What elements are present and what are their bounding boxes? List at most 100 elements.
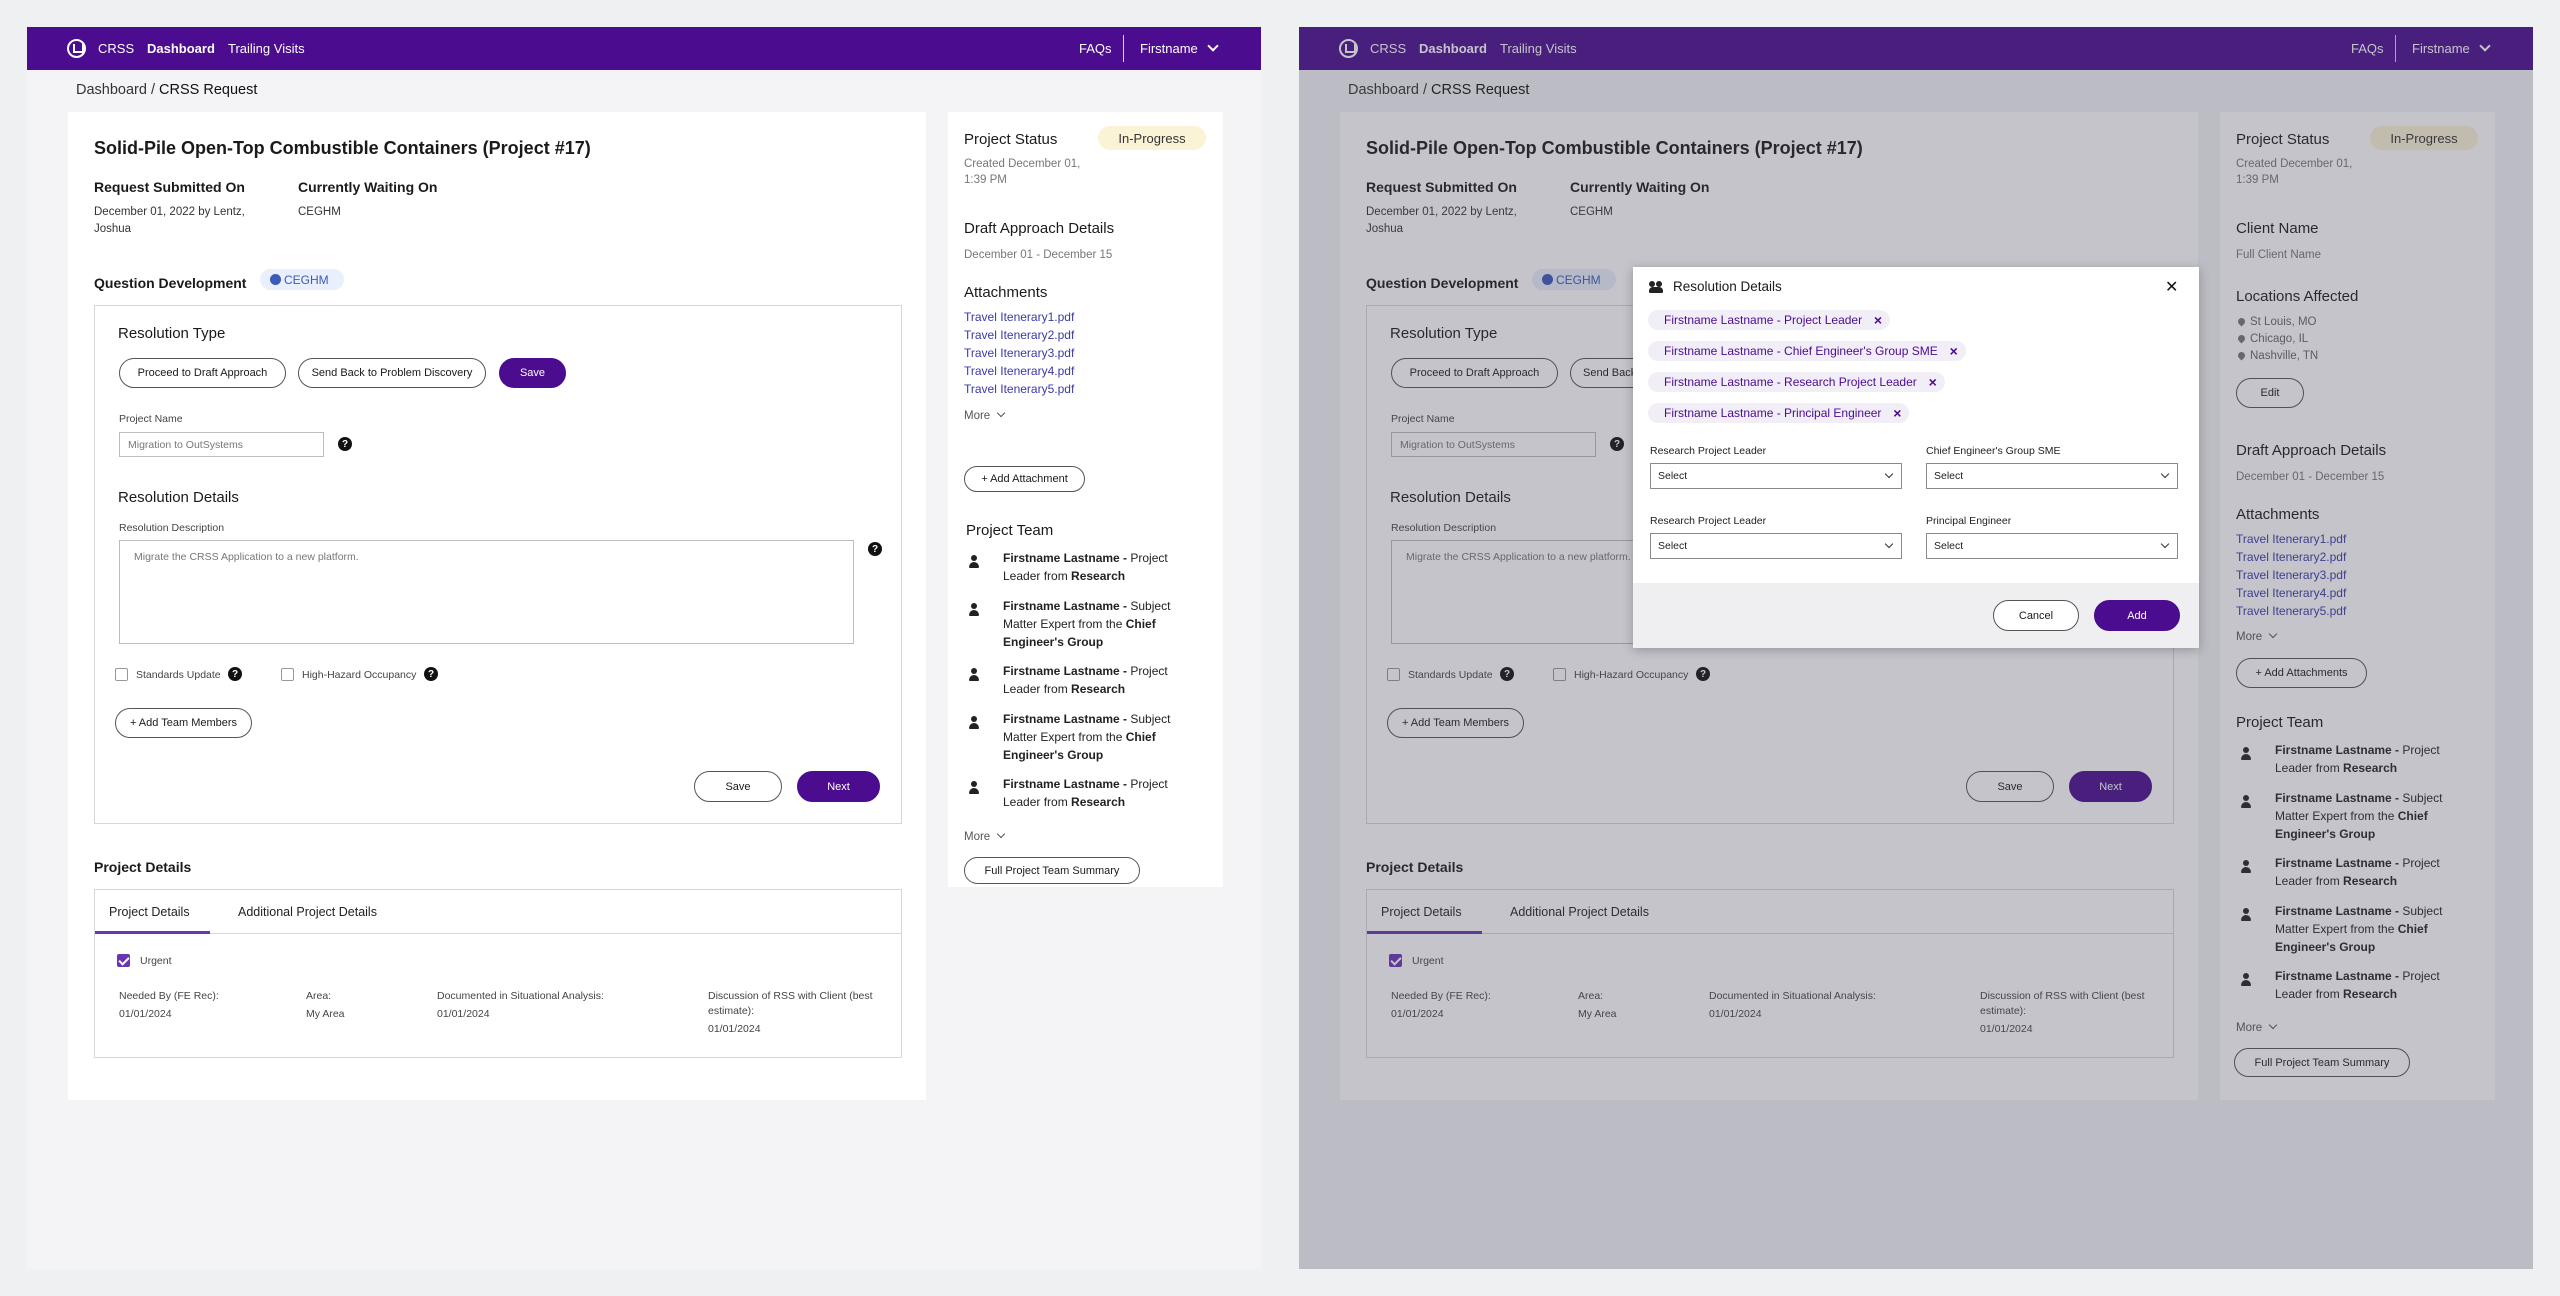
research-leader-2-select[interactable]: Select (1650, 533, 1902, 559)
resolution-desc-help-icon[interactable]: ? (868, 542, 882, 556)
project-details-panel: Project Details Additional Project Detai… (94, 889, 902, 1058)
nav-faqs[interactable]: FAQs (1079, 41, 1112, 56)
team-member: Firstname Lastname - Project Leader from … (1003, 551, 1168, 583)
urgent-label: Urgent (140, 955, 172, 967)
attachment-link[interactable]: Travel Itenerary3.pdf (964, 346, 1074, 360)
remove-chip-icon[interactable]: × (1929, 374, 1937, 390)
created-line1: Created December 01, (964, 158, 1081, 170)
send-back-button[interactable]: Send Back to Problem Discovery (298, 358, 486, 388)
draft-dates: December 01 - December 15 (964, 249, 1113, 261)
remove-chip-icon[interactable]: × (1893, 405, 1901, 421)
full-team-summary-button[interactable]: Full Project Team Summary (964, 857, 1140, 884)
attachment-link[interactable]: Travel Itenerary1.pdf (964, 310, 1074, 324)
selected-member-chip: Firstname Lastname - Research Project Le… (1648, 372, 1945, 392)
attachments-title: Attachments (964, 284, 1048, 301)
selected-member-chip: Firstname Lastname - Principal Engineer × (1648, 403, 1910, 423)
nav-trailing-visits[interactable]: Trailing Visits (228, 41, 305, 56)
high-hazard-help-icon[interactable]: ? (424, 667, 438, 681)
project-details-title: Project Details (94, 859, 192, 875)
save-type-button[interactable]: Save (499, 358, 566, 388)
created-line2: 1:39 PM (964, 174, 1007, 186)
save-button[interactable]: Save (694, 771, 782, 802)
modal-footer: Cancel Add (1633, 583, 2199, 648)
status-badge: In-Progress (1098, 126, 1206, 150)
brand-label[interactable]: CRSS (98, 41, 134, 56)
person-icon (968, 603, 980, 617)
right-screen: CRSS Dashboard Trailing Visits FAQs Firs… (1299, 27, 2533, 1269)
resolution-desc-label: Resolution Description (119, 522, 225, 534)
needed-by-value: 01/01/2024 (119, 1008, 172, 1020)
add-button[interactable]: Add (2094, 600, 2180, 631)
cancel-button[interactable]: Cancel (1993, 600, 2079, 631)
project-name-help-icon[interactable]: ? (338, 437, 352, 451)
ceghm-tag: CEGHM (260, 269, 344, 290)
discussion-label-line1: Discussion of RSS with Client (best (708, 990, 873, 1002)
urgent-checkbox[interactable] (117, 954, 130, 967)
home-logo-icon[interactable] (67, 39, 86, 58)
research-leader-select[interactable]: Select (1650, 463, 1902, 489)
tab-project-details[interactable]: Project Details (95, 905, 210, 934)
project-name-label: Project Name (119, 413, 183, 425)
project-details-tabbar (95, 890, 901, 934)
add-attachment-button[interactable]: + Add Attachment (964, 466, 1085, 492)
submitted-label: Request Submitted On (94, 179, 245, 195)
project-name-input[interactable]: Migration to OutSystems (119, 432, 324, 457)
breadcrumb-current: CRSS Request (159, 82, 258, 98)
high-hazard-label: High-Hazard Occupancy (302, 669, 417, 681)
attachments-more-link[interactable]: More (964, 408, 990, 425)
more-chevron-down-icon[interactable] (996, 829, 1006, 839)
chief-engineer-sme-select[interactable]: Select (1926, 463, 2178, 489)
modal-title: Resolution Details (1673, 279, 1782, 294)
waiting-value: CEGHM (298, 206, 341, 218)
next-button[interactable]: Next (797, 771, 880, 802)
user-chevron-down-icon[interactable] (1207, 40, 1219, 52)
user-circle-icon (270, 274, 281, 285)
selected-member-chip: Firstname Lastname - Chief Engineer's Gr… (1648, 341, 1966, 361)
attachment-link[interactable]: Travel Itenerary4.pdf (964, 364, 1074, 378)
selected-member-chip: Firstname Lastname - Project Leader × (1648, 310, 1891, 330)
resolution-details-modal: Resolution Details ✕ Firstname Lastname … (1633, 267, 2199, 648)
area-value: My Area (306, 1008, 345, 1020)
attachment-link[interactable]: Travel Itenerary5.pdf (964, 382, 1074, 396)
chevron-down-icon (1884, 469, 1894, 479)
research-leader-label: Research Project Leader (1650, 445, 1767, 457)
standards-help-icon[interactable]: ? (228, 667, 242, 681)
submitted-value-line2: Joshua (94, 223, 132, 235)
resolution-type-title: Resolution Type (118, 325, 226, 342)
users-icon (1649, 281, 1663, 293)
principal-engineer-select[interactable]: Select (1926, 533, 2178, 559)
resolution-panel: Resolution Type Proceed to Draft Approac… (94, 305, 902, 824)
documented-label: Documented in Situational Analysis: (437, 990, 604, 1002)
discussion-label-line2: estimate): (708, 1005, 755, 1017)
side-card: Project Status In-Progress Created Decem… (948, 112, 1223, 887)
high-hazard-checkbox[interactable] (281, 668, 294, 681)
breadcrumb-dashboard[interactable]: Dashboard (76, 82, 147, 98)
area-label: Area: (306, 990, 332, 1002)
draft-approach-title: Draft Approach Details (964, 220, 1115, 237)
proceed-draft-button[interactable]: Proceed to Draft Approach (119, 358, 286, 388)
question-dev-title: Question Development (94, 275, 247, 291)
resolution-desc-textarea[interactable]: Migrate the CRSS Application to a new pl… (119, 540, 854, 644)
more-chevron-down-icon[interactable] (996, 408, 1006, 418)
research-leader-2-label: Research Project Leader (1650, 515, 1767, 527)
remove-chip-icon[interactable]: × (1950, 343, 1958, 359)
team-more-link[interactable]: More (964, 829, 990, 846)
nav-divider (1123, 35, 1124, 62)
tab-additional-details[interactable]: Additional Project Details (238, 905, 377, 919)
breadcrumb: Dashboard / CRSS Request (76, 82, 258, 98)
project-status-title: Project Status (964, 131, 1058, 148)
attachment-link[interactable]: Travel Itenerary2.pdf (964, 328, 1074, 342)
resolution-details-title: Resolution Details (118, 489, 239, 506)
chevron-down-icon (1884, 539, 1894, 549)
close-icon[interactable]: ✕ (2165, 277, 2178, 297)
user-menu[interactable]: Firstname (1140, 41, 1198, 56)
modal-backdrop[interactable] (1299, 27, 2533, 1269)
person-icon (968, 668, 980, 682)
page-title: Solid-Pile Open-Top Combustible Containe… (94, 138, 591, 158)
remove-chip-icon[interactable]: × (1874, 312, 1882, 328)
nav-dashboard[interactable]: Dashboard (147, 41, 215, 56)
add-team-members-button[interactable]: + Add Team Members (115, 708, 252, 738)
main-card: Solid-Pile Open-Top Combustible Containe… (68, 112, 926, 1100)
standards-update-checkbox[interactable] (115, 668, 128, 681)
chief-engineer-sme-label: Chief Engineer's Group SME (1926, 445, 2061, 457)
